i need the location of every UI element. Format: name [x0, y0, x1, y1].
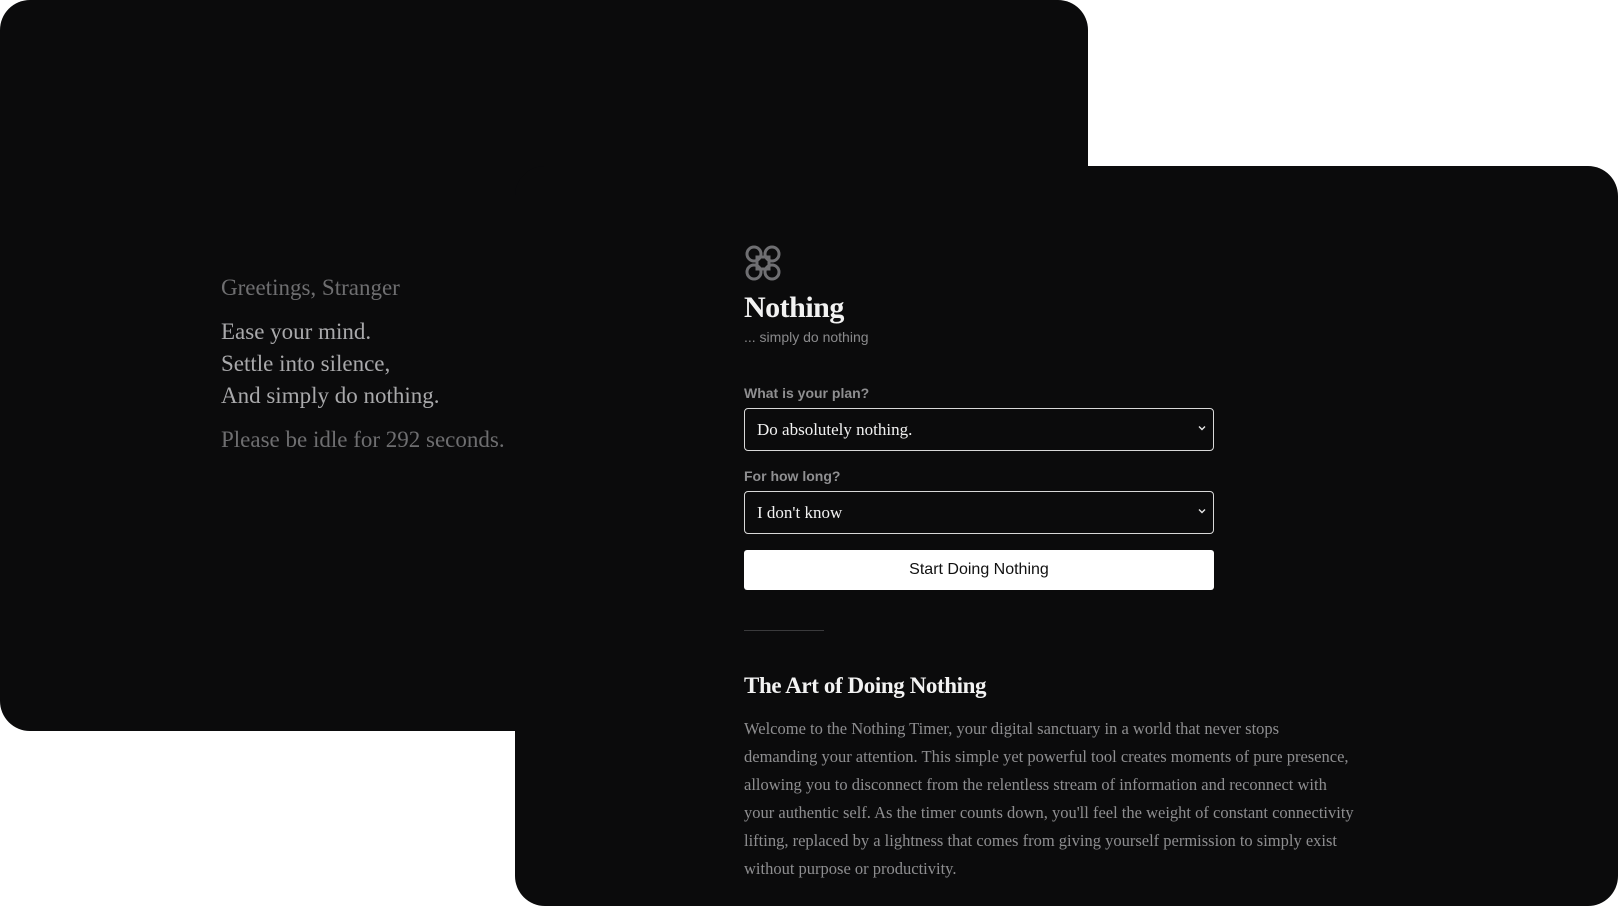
chevron-down-icon — [1198, 509, 1206, 514]
app-content: Nothing ... simply do nothing What is yo… — [744, 244, 1364, 883]
duration-select-value: I don't know — [757, 503, 843, 522]
section-divider — [744, 630, 824, 631]
poem-line: Settle into silence, — [221, 351, 391, 376]
plan-select[interactable]: Do absolutely nothing. — [744, 408, 1214, 451]
idle-message: Greetings, Stranger Ease your mind. Sett… — [221, 272, 505, 456]
plan-label: What is your plan? — [744, 385, 870, 401]
article-body: Welcome to the Nothing Timer, your digit… — [744, 719, 1354, 878]
start-doing-nothing-button[interactable]: Start Doing Nothing — [744, 550, 1214, 590]
article-title: The Art of Doing Nothing — [744, 673, 987, 698]
poem-line: And simply do nothing. — [221, 383, 440, 408]
app-tagline: ... simply do nothing — [744, 329, 869, 345]
screenshot-scene: Greetings, Stranger Ease your mind. Sett… — [0, 0, 1618, 906]
app-title: Nothing — [744, 291, 844, 324]
poem-line: Ease your mind. — [221, 319, 372, 344]
duration-select[interactable]: I don't know — [744, 491, 1214, 534]
duration-label: For how long? — [744, 468, 841, 484]
chevron-down-icon — [1198, 426, 1206, 431]
plan-select-value: Do absolutely nothing. — [757, 420, 913, 439]
greeting-text: Greetings, Stranger — [221, 275, 400, 300]
quatrefoil-knot-icon — [745, 245, 781, 281]
idle-countdown-text: Please be idle for 292 seconds. — [221, 427, 505, 452]
app-window: Nothing ... simply do nothing What is yo… — [515, 166, 1618, 906]
